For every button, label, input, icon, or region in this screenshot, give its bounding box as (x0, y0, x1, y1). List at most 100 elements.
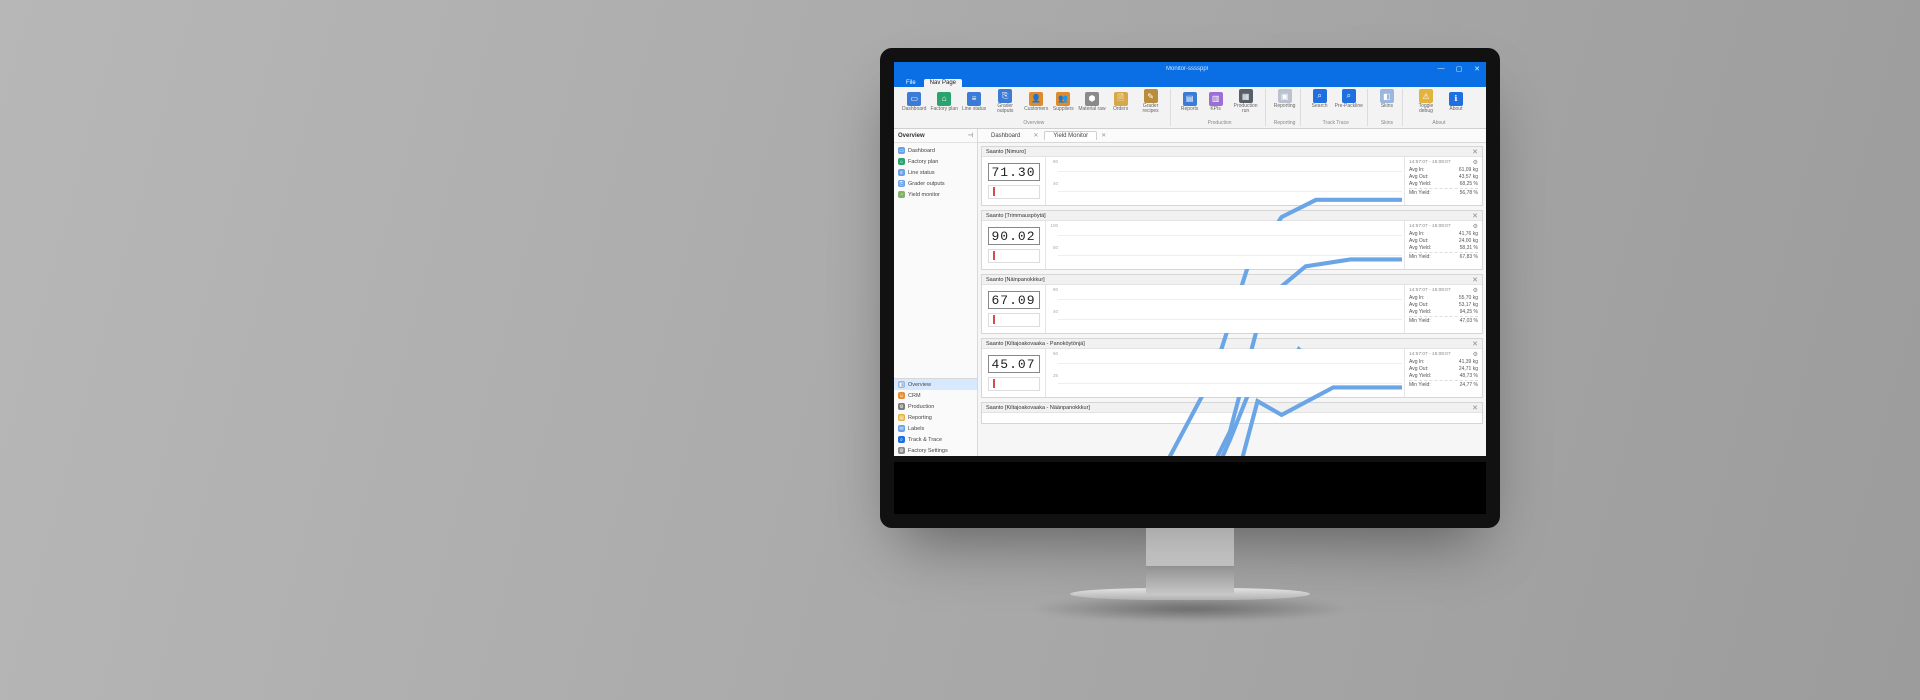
main-tabstrip: Dashboard ✕ Yield Monitor ✕ (978, 129, 1486, 143)
sidebar-item-label: Grader outputs (908, 181, 945, 187)
left-nav-overview-items: ▭Dashboard⌂Factory plan≡Line status⎘Grad… (894, 143, 977, 202)
line-status-icon: ≡ (967, 92, 981, 106)
panel-stats: 14:57:07 - 15:08:07⚙Avg In:55,70 kgAvg O… (1404, 285, 1482, 333)
close-icon[interactable]: ✕ (1101, 132, 1106, 139)
sidebar-item[interactable]: ☺CRM (894, 390, 977, 401)
window-minimize-button[interactable]: — (1436, 65, 1446, 73)
ribbon-button[interactable]: ⌂Factory plan (930, 89, 958, 114)
panel-title: Saanto [Trimmauspöytä] (986, 213, 1046, 219)
about-icon: ℹ (1449, 92, 1463, 106)
sidebar-item[interactable]: ✉Labels (894, 423, 977, 434)
gear-icon[interactable]: ⚙ (1473, 351, 1478, 358)
sidebar-item[interactable]: ▤Reporting (894, 412, 977, 423)
stats-divider (1409, 188, 1478, 189)
close-icon[interactable]: ✕ (1472, 404, 1478, 412)
ribbon-tab-navpage[interactable]: Nav Page (924, 79, 962, 87)
stats-row: Avg Out:43,57 kg (1409, 174, 1478, 181)
ribbon-button[interactable]: ⚠Toggle debug (1411, 89, 1441, 114)
stats-label: Avg Yield: (1409, 309, 1431, 316)
ribbon-button[interactable]: ▣Reporting (1274, 89, 1296, 109)
stats-row: Min Yield:24,77 % (1409, 382, 1478, 389)
sidebar-item[interactable]: ⚙Production (894, 401, 977, 412)
mini-sparkline (988, 377, 1040, 391)
monitor-mockup: Monitor-ssssppl — ▢ ✕ File Nav Page ▭Das… (880, 48, 1500, 528)
ribbon-button[interactable]: ⎘Grader outputs (990, 89, 1020, 114)
gear-icon[interactable]: ⚙ (1473, 223, 1478, 230)
stats-row: Avg In:61,09 kg (1409, 167, 1478, 174)
stats-row: Avg Out:24,00 kg (1409, 238, 1478, 245)
close-icon[interactable]: ✕ (1033, 132, 1038, 139)
ribbon-button[interactable]: ≡Line status (962, 89, 986, 114)
panel-stats: 14:57:07 - 15:08:07⚙Avg In:61,09 kgAvg O… (1404, 157, 1482, 205)
stats-divider (1409, 380, 1478, 381)
ribbon-button[interactable]: ℹAbout (1445, 89, 1467, 114)
lcd-well: 45.07 (982, 349, 1046, 397)
ribbon-button[interactable]: 🗎Orders (1110, 89, 1132, 114)
app: Monitor-ssssppl — ▢ ✕ File Nav Page ▭Das… (894, 62, 1486, 456)
sidebar-item[interactable]: ◔Yield monitor (894, 189, 977, 200)
monitor-screen: Monitor-ssssppl — ▢ ✕ File Nav Page ▭Das… (894, 62, 1486, 456)
stats-label: Avg Yield: (1409, 181, 1431, 188)
sidebar-item[interactable]: ▭Dashboard (894, 145, 977, 156)
y-axis: 8040 (1048, 159, 1058, 203)
ribbon-button-label: Factory plan (930, 107, 958, 112)
ribbon-button-label: Production run (1231, 104, 1261, 114)
ribbon-button[interactable]: ▭Dashboard (902, 89, 926, 114)
ribbon-button[interactable]: ▤Reports (1179, 89, 1201, 114)
stats-label: Min Yield: (1409, 190, 1431, 197)
stats-value: 41,76 kg (1459, 231, 1478, 238)
stats-value: 61,09 kg (1459, 167, 1478, 174)
close-icon[interactable]: ✕ (1472, 212, 1478, 220)
sidebar-item[interactable]: ⌂Factory plan (894, 156, 977, 167)
y-axis: 10050 (1048, 223, 1058, 267)
sidebar-item-label: Yield monitor (908, 192, 940, 198)
close-icon[interactable]: ✕ (1472, 148, 1478, 156)
close-icon[interactable]: ✕ (1472, 276, 1478, 284)
gear-icon[interactable]: ⚙ (1473, 287, 1478, 294)
ribbon-button[interactable]: ⬢Material raw (1078, 89, 1105, 114)
window-close-button[interactable]: ✕ (1472, 65, 1482, 73)
sidebar-item[interactable]: ◧Overview (894, 379, 977, 390)
sidebar-item[interactable]: ⌕Track & Trace (894, 434, 977, 445)
overview-icon: ◧ (898, 381, 905, 388)
stats-label: Avg In: (1409, 231, 1424, 238)
gear-icon[interactable]: ⚙ (1473, 159, 1478, 166)
ribbon-group: ▣Reporting Reporting (1270, 89, 1301, 126)
ribbon-button[interactable]: ◧Skins (1376, 89, 1398, 109)
ribbon-button[interactable]: ✎Grader recipes (1136, 89, 1166, 114)
orders-icon: 🗎 (1114, 92, 1128, 106)
left-nav-overview-header: Overview ⊣ (894, 129, 977, 143)
monitor-chin (894, 462, 1486, 514)
pin-icon[interactable]: ⊣ (968, 132, 973, 139)
stats-time-range: 14:57:07 - 15:08:07 (1409, 288, 1451, 293)
sidebar-item[interactable]: ≡Line status (894, 167, 977, 178)
app-body: Overview ⊣ ▭Dashboard⌂Factory plan≡Line … (894, 129, 1486, 456)
ribbon-button[interactable]: ▦Production run (1231, 89, 1261, 114)
ribbon-tab-file[interactable]: File (900, 79, 922, 87)
close-icon[interactable]: ✕ (1472, 340, 1478, 348)
ribbon-button-label: Grader recipes (1136, 104, 1166, 114)
panel-body: 67.09804014:57:07 - 15:08:07⚙Avg In:55,7… (982, 285, 1482, 333)
grader-recipes-icon: ✎ (1144, 89, 1158, 103)
sidebar-item[interactable]: ⚙Factory Settings (894, 445, 977, 456)
ribbon-button[interactable]: ⌕Pre-Packline (1335, 89, 1363, 109)
sidebar-item[interactable]: ⎘Grader outputs (894, 178, 977, 189)
mini-sparkline (988, 185, 1040, 199)
main-tab-dashboard[interactable]: Dashboard (982, 131, 1029, 140)
ribbon-button-label: Pre-Packline (1335, 104, 1363, 109)
main-tab-yield-monitor[interactable]: Yield Monitor (1044, 131, 1097, 140)
stats-time-range-row: 14:57:07 - 15:08:07⚙ (1409, 223, 1478, 230)
stats-value: 41,39 kg (1459, 359, 1478, 366)
ribbon-button[interactable]: ▥KPIs (1205, 89, 1227, 114)
ribbon-button[interactable]: 👤Customers (1024, 89, 1048, 114)
window-maximize-button[interactable]: ▢ (1454, 65, 1464, 73)
sidebar-item-label: Factory Settings (908, 448, 948, 454)
stats-value: 53,17 kg (1459, 302, 1478, 309)
ribbon-button[interactable]: 👥Suppliers (1052, 89, 1074, 114)
material-raw-icon: ⬢ (1085, 92, 1099, 106)
ribbon-button[interactable]: ⌕Search (1309, 89, 1331, 109)
sidebar-item-label: Labels (908, 426, 924, 432)
factory-settings-icon: ⚙ (898, 447, 905, 454)
yield-monitor-icon: ◔ (898, 191, 905, 198)
ribbon-group-title: Reporting (1274, 119, 1296, 126)
